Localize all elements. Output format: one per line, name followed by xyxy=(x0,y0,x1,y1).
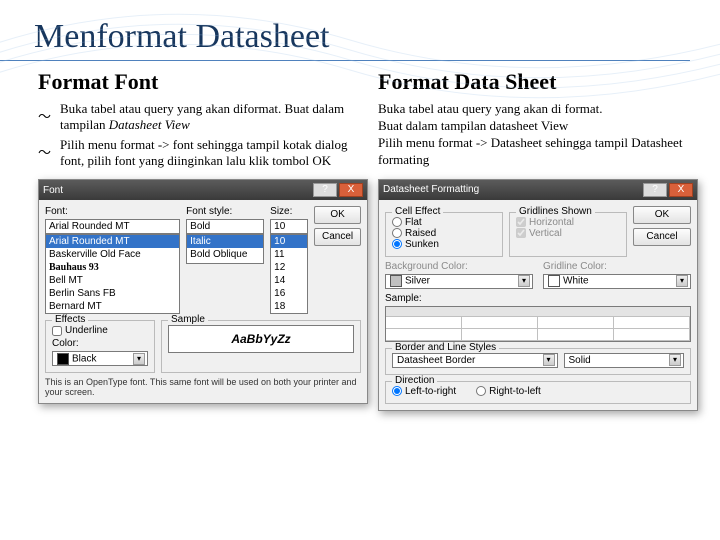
font-dialog-titlebar[interactable]: Font ? X xyxy=(39,180,367,200)
datasheet-dialog-titlebar[interactable]: Datasheet Formatting ? X xyxy=(379,180,697,200)
horizontal-checkbox[interactable]: Horizontal xyxy=(516,217,620,228)
style-option[interactable]: Italic xyxy=(187,235,263,248)
vertical-checkbox[interactable]: Vertical xyxy=(516,228,620,239)
datasheet-dialog: Datasheet Formatting ? X Cell Effect Fla… xyxy=(378,179,698,411)
size-listbox[interactable]: 10 11 12 14 16 18 20 xyxy=(270,234,308,314)
style-listbox[interactable]: Italic Bold Oblique xyxy=(186,234,264,264)
font-label: Font: xyxy=(45,206,180,217)
chevron-down-icon: ▾ xyxy=(518,275,530,287)
datasheet-sample xyxy=(385,306,691,342)
font-option[interactable]: Berlin Sans FB xyxy=(46,287,179,300)
color-combo[interactable]: Black▾ xyxy=(52,351,148,366)
right-paragraph: Buka tabel atau query yang akan di forma… xyxy=(378,101,698,169)
color-label: Color: xyxy=(52,338,148,349)
bgcolor-combo[interactable]: Silver▾ xyxy=(385,274,533,289)
font-sample: AaBbYyZz xyxy=(168,325,354,353)
bgcolor-label: Background Color: xyxy=(385,261,533,272)
font-note: This is an OpenType font. This same font… xyxy=(45,377,361,397)
font-option[interactable]: Bell MT xyxy=(46,274,179,287)
direction-title: Direction xyxy=(392,375,437,386)
font-option[interactable]: Arial Rounded MT xyxy=(46,235,179,248)
sample-group-title: Sample xyxy=(168,314,208,325)
border-element-combo[interactable]: Datasheet Border▾ xyxy=(392,353,558,368)
help-button[interactable]: ? xyxy=(643,183,667,197)
size-option[interactable]: 14 xyxy=(271,274,307,287)
chevron-down-icon: ▾ xyxy=(133,353,145,365)
bullet-2: ～ Pilih menu format -> font sehingga tam… xyxy=(60,137,368,169)
font-option[interactable]: Bernard MT xyxy=(46,300,179,313)
bullet-glyph-1: ～ xyxy=(38,106,51,125)
font-input[interactable]: Arial Rounded MT xyxy=(45,219,180,234)
cancel-button[interactable]: Cancel xyxy=(633,228,691,246)
close-button[interactable]: X xyxy=(339,183,363,197)
size-option[interactable]: 20 xyxy=(271,313,307,314)
size-option[interactable]: 11 xyxy=(271,248,307,261)
bullet-glyph-2: ～ xyxy=(38,142,51,161)
close-button[interactable]: X xyxy=(669,183,693,197)
font-dialog-title: Font xyxy=(43,185,63,196)
help-button[interactable]: ? xyxy=(313,183,337,197)
bullet-1: ～ Buka tabel atau query yang akan diform… xyxy=(60,101,368,133)
border-title: Border and Line Styles xyxy=(392,342,499,353)
ok-button[interactable]: OK xyxy=(314,206,361,224)
chevron-down-icon: ▾ xyxy=(669,354,681,366)
size-option[interactable]: 12 xyxy=(271,261,307,274)
size-option[interactable]: 16 xyxy=(271,287,307,300)
font-listbox[interactable]: Arial Rounded MT Baskerville Old Face Ba… xyxy=(45,234,180,314)
size-option[interactable]: 10 xyxy=(271,235,307,248)
flat-radio[interactable]: Flat xyxy=(392,217,496,228)
font-dialog: Font ? X Font: Arial Rounded MT Arial Ro… xyxy=(38,179,368,404)
style-input[interactable]: Bold xyxy=(186,219,264,234)
style-option[interactable]: Bold Oblique xyxy=(187,248,263,261)
datasheet-dialog-title: Datasheet Formatting xyxy=(383,184,479,195)
size-option[interactable]: 18 xyxy=(271,300,307,313)
size-label: Size: xyxy=(270,206,308,217)
right-heading: Format Data Sheet xyxy=(378,69,698,95)
size-input[interactable]: 10 xyxy=(270,219,308,234)
sample-label: Sample: xyxy=(385,293,691,304)
ltr-radio[interactable]: Left-to-right xyxy=(392,386,456,397)
ok-button[interactable]: OK xyxy=(633,206,691,224)
rtl-radio[interactable]: Right-to-left xyxy=(476,386,541,397)
font-option[interactable]: Baskerville Old Face xyxy=(46,248,179,261)
underline-checkbox[interactable]: Underline xyxy=(52,325,148,336)
chevron-down-icon: ▾ xyxy=(676,275,688,287)
font-option[interactable]: Bauhaus 93 xyxy=(46,261,179,274)
chevron-down-icon: ▾ xyxy=(543,354,555,366)
cell-effect-title: Cell Effect xyxy=(392,206,443,217)
gridcolor-label: Gridline Color: xyxy=(543,261,691,272)
border-style-combo[interactable]: Solid▾ xyxy=(564,353,685,368)
page-title: Menformat Datasheet xyxy=(0,0,690,61)
gridlines-title: Gridlines Shown xyxy=(516,206,595,217)
cancel-button[interactable]: Cancel xyxy=(314,228,361,246)
left-heading: Format Font xyxy=(38,69,368,95)
raised-radio[interactable]: Raised xyxy=(392,228,496,239)
sunken-radio[interactable]: Sunken xyxy=(392,239,496,250)
effects-group-title: Effects xyxy=(52,314,88,325)
gridcolor-combo[interactable]: White▾ xyxy=(543,274,691,289)
style-label: Font style: xyxy=(186,206,264,217)
